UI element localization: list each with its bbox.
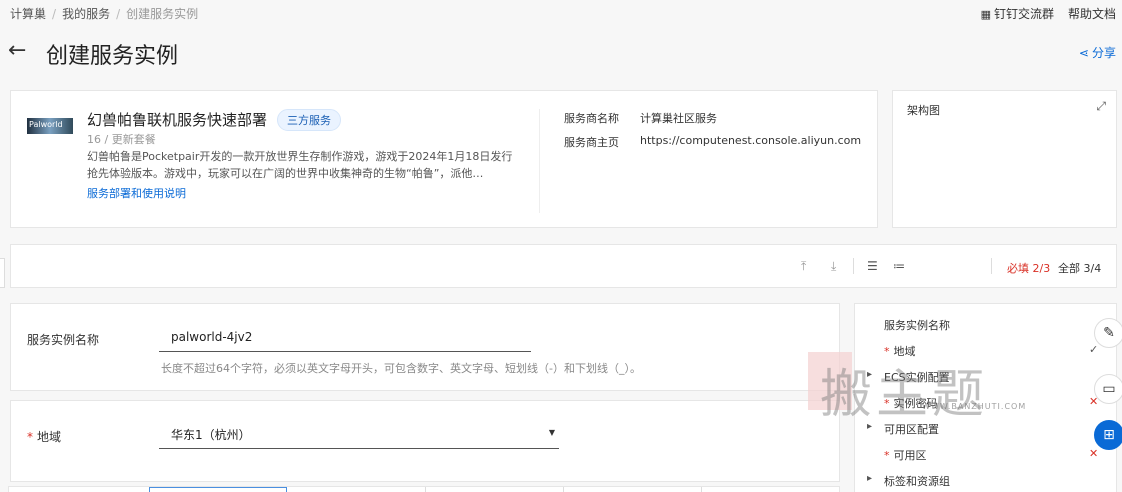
instance-name-section: 服务实例名称 palworld-4jv2 长度不超过64个字符，必须以英文字母开… xyxy=(10,303,840,391)
page-title: 创建服务实例 xyxy=(46,44,179,69)
breadcrumb-my-services[interactable]: 我的服务 xyxy=(62,5,110,22)
breadcrumb-separator: / xyxy=(52,6,57,21)
instance-name-label: 服务实例名称 xyxy=(27,333,100,347)
nav-item-tags[interactable]: 标签和资源组 xyxy=(884,473,950,489)
required-star: * xyxy=(884,449,890,462)
error-icon: ✕ xyxy=(1089,447,1099,460)
help-doc-link[interactable]: 帮助文档 xyxy=(1068,5,1116,22)
provider-name-value: 计算巢社区服务 xyxy=(640,112,717,125)
instance-name-input[interactable]: palworld-4jv2 xyxy=(159,324,531,352)
provider-homepage-link[interactable]: https://computenest.console.aliyun.com xyxy=(640,134,861,147)
architecture-title: 架构图 xyxy=(907,104,940,117)
card-divider xyxy=(539,109,540,213)
provider-homepage-label: 服务商主页 xyxy=(564,136,619,149)
breadcrumb: 计算巢 / 我的服务 / 创建服务实例 xyxy=(10,5,198,22)
toolbar-divider xyxy=(853,258,854,274)
bullet-icon: ▸ xyxy=(867,473,873,484)
instance-name-help: 长度不超过64个字符，必须以英文字母开头，可包含数字、英文字母、短划线（-）和下… xyxy=(161,362,641,375)
download-icon[interactable]: ⤓ xyxy=(831,259,836,274)
region-label: 地域 xyxy=(37,430,62,444)
service-doc-link[interactable]: 服务部署和使用说明 xyxy=(87,185,186,201)
chat-icon[interactable]: ▭ xyxy=(1094,374,1122,404)
service-description: 幻兽帕鲁是Pocketpair开发的一款开放世界生存制作游戏，游戏于2024年1… xyxy=(87,150,513,180)
required-star: * xyxy=(27,430,33,444)
list-icon[interactable]: ≔ xyxy=(893,259,905,273)
zone-option-row xyxy=(8,486,840,492)
nav-item-label: 可用区 xyxy=(893,449,927,462)
zone-option[interactable] xyxy=(701,487,702,492)
breadcrumb-current: 创建服务实例 xyxy=(126,7,199,21)
form-toolbar: ⤒ ⤓ ☰ ≔ 必填 2/3 全部 3/4 xyxy=(10,244,1117,288)
watermark-url: WWW.BANZHUTI.COM xyxy=(922,402,1027,411)
service-name: 幻兽帕鲁联机服务快速部署 xyxy=(87,111,268,129)
service-thumbnail-text: Palworld xyxy=(29,120,63,129)
side-collapse-handle[interactable] xyxy=(0,258,5,288)
required-count[interactable]: 必填 2/3 xyxy=(1007,260,1050,276)
scroll-top-icon[interactable]: ⤒ xyxy=(801,259,806,274)
share-label: 分享 xyxy=(1091,46,1116,60)
region-select[interactable]: 华东1（杭州） ▼ xyxy=(159,419,559,449)
architecture-card: 架构图 ⤢ xyxy=(892,90,1117,228)
dingtalk-link[interactable]: ▦ 钉钉交流群 xyxy=(981,5,1054,22)
region-section: * 地域 华东1（杭州） ▼ xyxy=(10,400,840,482)
top-links: ▦ 钉钉交流群 帮助文档 xyxy=(981,5,1116,22)
dingtalk-label: 钉钉交流群 xyxy=(993,7,1054,21)
zone-option[interactable] xyxy=(149,487,287,492)
apps-icon[interactable]: ⊞ xyxy=(1094,420,1122,450)
provider-name-label: 服务商名称 xyxy=(564,112,619,125)
nav-item-zone[interactable]: * 可用区 xyxy=(884,447,927,463)
nav-item-instance-name[interactable]: 服务实例名称 xyxy=(884,317,950,333)
collapse-all-icon[interactable]: ☰ xyxy=(867,259,878,273)
toolbar-divider xyxy=(991,258,992,274)
watermark-text: 搬主题 xyxy=(820,365,989,425)
all-count[interactable]: 全部 3/4 xyxy=(1058,260,1101,276)
service-version: 16 / 更新套餐 xyxy=(87,133,156,146)
region-label-wrap: * 地域 xyxy=(27,428,61,445)
service-type-badge: 三方服务 xyxy=(277,109,341,131)
chevron-down-icon: ▼ xyxy=(548,428,555,437)
service-info-card: Palworld 幻兽帕鲁联机服务快速部署 三方服务 16 / 更新套餐 幻兽帕… xyxy=(10,90,878,228)
back-button[interactable]: ← xyxy=(8,38,26,63)
dingtalk-icon: ▦ xyxy=(980,8,991,21)
region-selected-value: 华东1（杭州） xyxy=(171,428,251,442)
edit-icon[interactable]: ✎ xyxy=(1094,318,1122,348)
zone-option[interactable] xyxy=(425,487,426,492)
check-icon: ✓ xyxy=(1089,343,1099,356)
share-button[interactable]: ⋖ 分享 xyxy=(1079,44,1116,61)
share-icon: ⋖ xyxy=(1078,45,1089,60)
breadcrumb-compute-nest[interactable]: 计算巢 xyxy=(10,5,46,22)
expand-icon[interactable]: ⤢ xyxy=(1096,99,1106,114)
zone-option[interactable] xyxy=(563,487,564,492)
breadcrumb-separator: / xyxy=(116,6,121,21)
